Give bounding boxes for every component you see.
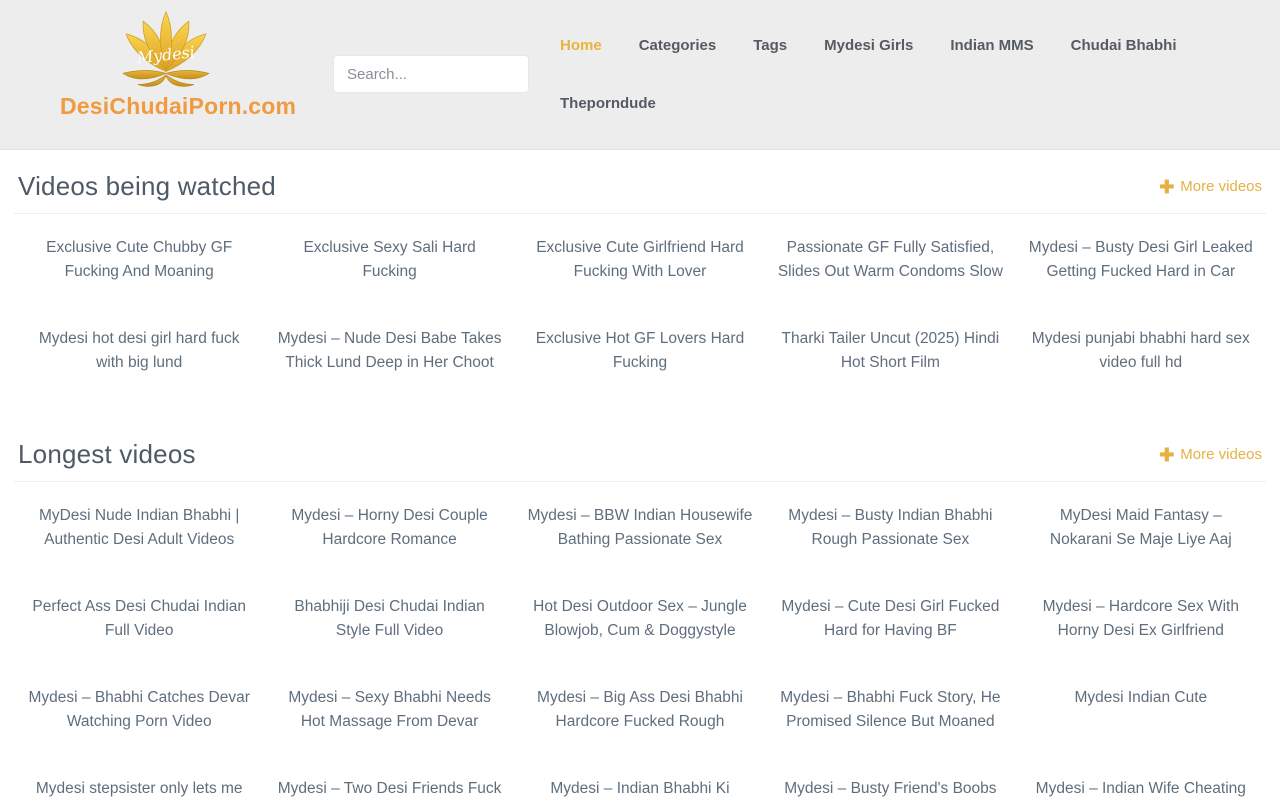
video-title-link[interactable]: Mydesi – Hardcore Sex With Horny Desi Ex… (1016, 595, 1266, 643)
main-nav: Home Categories Tags Mydesi Girls Indian MMS… (560, 36, 1250, 114)
nav-item-mydesi-girls[interactable]: Mydesi Girls (824, 36, 913, 56)
video-title-link[interactable]: MyDesi Nude Indian Bhabhi | Authentic De… (14, 504, 264, 552)
video-title-link[interactable]: Exclusive Sexy Sali Hard Fucking (264, 236, 514, 284)
video-title-link[interactable]: Mydesi – Nude Desi Babe Takes Thick Lund… (264, 327, 514, 375)
more-videos-label: More videos (1180, 446, 1262, 463)
video-title-link[interactable]: Hot Desi Outdoor Sex – Jungle Blowjob, C… (515, 595, 765, 643)
video-title-link[interactable]: Mydesi – Busty Indian Bhabhi Rough Passi… (765, 504, 1015, 552)
video-title-link[interactable]: Bhabhiji Desi Chudai Indian Style Full V… (264, 595, 514, 643)
section-title: Videos being watched (18, 171, 276, 202)
video-title-link[interactable]: Perfect Ass Desi Chudai Indian Full Vide… (14, 595, 264, 643)
video-title-link[interactable]: Mydesi – Horny Desi Couple Hardcore Roma… (264, 504, 514, 552)
nav-item-tags[interactable]: Tags (753, 36, 787, 56)
video-title-link[interactable]: Mydesi – Busty Friend's Boobs and Pussy … (765, 777, 1015, 800)
video-title-link[interactable]: Passionate GF Fully Satisfied, Slides Ou… (765, 236, 1015, 284)
nav-item-indian-mms[interactable]: Indian MMS (950, 36, 1033, 56)
plus-icon: ✚ (1159, 179, 1174, 195)
video-section: Videos being watched ✚ More videos Exclu… (14, 150, 1266, 418)
video-title-link[interactable]: Mydesi – Sexy Bhabhi Needs Hot Massage F… (264, 686, 514, 734)
search-form (333, 55, 529, 93)
video-title-link[interactable]: Mydesi hot desi girl hard fuck with big … (14, 327, 264, 375)
video-title-link[interactable]: Mydesi Indian Cute (1016, 686, 1266, 734)
main-content: Videos being watched ✚ More videos Exclu… (0, 150, 1280, 800)
nav-item-theporndude[interactable]: Theporndude (560, 94, 656, 114)
video-title-link[interactable]: Mydesi – BBW Indian Housewife Bathing Pa… (515, 504, 765, 552)
video-title-link[interactable]: Mydesi – Big Ass Desi Bhabhi Hardcore Fu… (515, 686, 765, 734)
site-logo[interactable]: Mydesi DesiChudaiPorn.com (60, 8, 272, 120)
search-input[interactable] (334, 56, 529, 92)
site-header: Mydesi DesiChudaiPorn.com Home Categories… (0, 0, 1280, 150)
more-videos-label: More videos (1180, 178, 1262, 195)
video-title-link[interactable]: Exclusive Hot GF Lovers Hard Fucking (515, 327, 765, 375)
video-title-link[interactable]: Mydesi – Cute Desi Girl Fucked Hard for … (765, 595, 1015, 643)
video-title-link[interactable]: Mydesi – Busty Desi Girl Leaked Getting … (1016, 236, 1266, 284)
video-grid: Exclusive Cute Chubby GF Fucking And Moa… (14, 236, 1266, 418)
nav-item-home[interactable]: Home (560, 36, 602, 56)
section-head: Videos being watched ✚ More videos (14, 150, 1266, 214)
video-title-link[interactable]: Mydesi – Bhabhi Fuck Story, He Promised … (765, 686, 1015, 734)
section-title: Longest videos (18, 439, 196, 470)
plus-icon: ✚ (1159, 447, 1174, 463)
video-title-link[interactable]: Mydesi – Indian Wife Cheating with Neigh… (1016, 777, 1266, 800)
video-grid: MyDesi Nude Indian Bhabhi | Authentic De… (14, 504, 1266, 800)
more-videos-link[interactable]: ✚ More videos (1159, 446, 1262, 463)
video-title-link[interactable]: Mydesi – Two Desi Friends Fuck Horny Mai… (264, 777, 514, 800)
video-title-link[interactable]: Exclusive Cute Girlfriend Hard Fucking W… (515, 236, 765, 284)
nav-item-chudai-bhabhi[interactable]: Chudai Bhabhi (1071, 36, 1177, 56)
video-title-link[interactable]: Tharki Tailer Uncut (2025) Hindi Hot Sho… (765, 327, 1015, 375)
video-title-link[interactable]: MyDesi Maid Fantasy – Nokarani Se Maje L… (1016, 504, 1266, 552)
video-title-link[interactable]: Mydesi – Indian Bhabhi Ki Zabardast Chud… (515, 777, 765, 800)
site-name[interactable]: DesiChudaiPorn.com (60, 93, 272, 120)
more-videos-link[interactable]: ✚ More videos (1159, 178, 1262, 195)
video-title-link[interactable]: Mydesi – Bhabhi Catches Devar Watching P… (14, 686, 264, 734)
nav-item-categories[interactable]: Categories (639, 36, 717, 56)
video-section: Longest videos ✚ More videos MyDesi Nude… (14, 418, 1266, 800)
video-title-link[interactable]: Mydesi punjabi bhabhi hard sex video ful… (1016, 327, 1266, 375)
lotus-logo-icon: Mydesi (110, 8, 222, 92)
section-head: Longest videos ✚ More videos (14, 418, 1266, 482)
video-title-link[interactable]: Mydesi stepsister only lets me touch her… (14, 777, 264, 800)
video-title-link[interactable]: Exclusive Cute Chubby GF Fucking And Moa… (14, 236, 264, 284)
